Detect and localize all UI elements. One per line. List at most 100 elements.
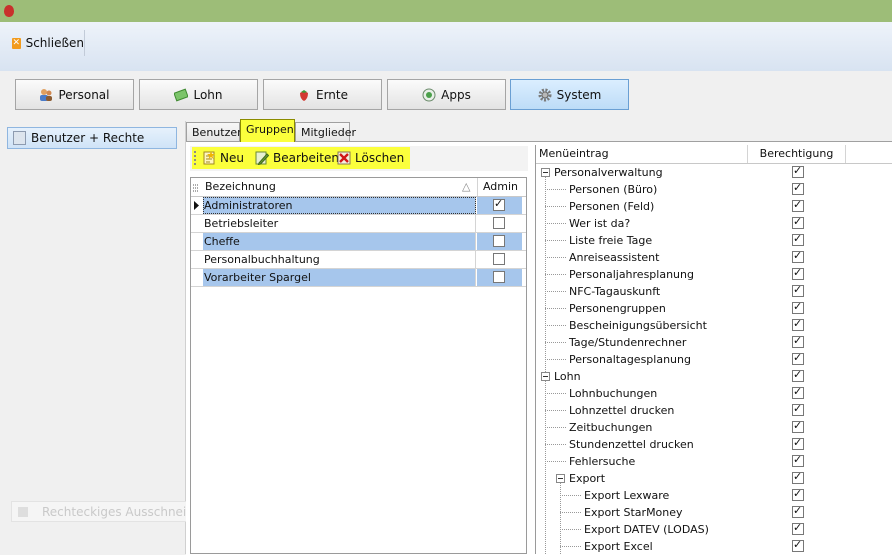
group-name-cell[interactable]: Personalbuchhaltung xyxy=(203,251,476,268)
close-label: Schließen xyxy=(25,36,84,50)
tree-item[interactable]: Personengruppen xyxy=(536,300,892,317)
tree-item[interactable]: Liste freie Tage xyxy=(536,232,892,249)
group-name-cell[interactable]: Vorarbeiter Spargel xyxy=(203,269,476,286)
tree-connector xyxy=(545,444,566,445)
tab-mitglieder[interactable]: Mitglieder xyxy=(295,122,356,141)
table-row[interactable]: Cheffe xyxy=(191,233,526,251)
edit-button[interactable]: Bearbeiten xyxy=(255,149,339,167)
permission-checkbox[interactable] xyxy=(792,334,804,348)
permission-checkbox[interactable] xyxy=(792,232,804,246)
permission-checkbox[interactable] xyxy=(792,402,804,416)
admin-cell xyxy=(477,233,522,250)
group-name-cell[interactable]: Betriebsleiter xyxy=(203,215,476,232)
tree-item[interactable]: Wer ist da? xyxy=(536,215,892,232)
permission-checkbox[interactable] xyxy=(792,164,804,178)
sidebar: Benutzer + Rechte xyxy=(0,121,186,554)
permission-checkbox[interactable] xyxy=(792,487,804,501)
new-button[interactable]: Neu xyxy=(202,149,244,167)
permission-checkbox[interactable] xyxy=(792,453,804,467)
tree-item[interactable]: Bescheinigungsübersicht xyxy=(536,317,892,334)
tree-item[interactable]: Personalverwaltung xyxy=(536,164,892,181)
delete-button[interactable]: Löschen xyxy=(337,149,404,167)
module-label: Lohn xyxy=(193,87,223,102)
column-header-bezeichnung[interactable]: Bezeichnung xyxy=(205,178,276,196)
tree-item-label: Personalverwaltung xyxy=(554,166,663,179)
group-name-cell[interactable]: Cheffe xyxy=(203,233,476,250)
permission-checkbox[interactable] xyxy=(792,470,804,484)
module-system-button[interactable]: System xyxy=(510,79,629,110)
tree-connector xyxy=(545,257,566,258)
table-row[interactable]: Administratoren xyxy=(191,197,526,215)
tree-item[interactable]: Lohnzettel drucken xyxy=(536,402,892,419)
column-header-menueintrag[interactable]: Menüeintrag xyxy=(539,145,746,163)
permission-checkbox[interactable] xyxy=(792,436,804,450)
permission-checkbox[interactable] xyxy=(792,181,804,195)
permission-checkbox[interactable] xyxy=(792,317,804,331)
tab-gruppen[interactable]: Gruppen xyxy=(240,119,295,142)
admin-checkbox[interactable] xyxy=(493,271,505,283)
module-personal-button[interactable]: Personal xyxy=(15,79,134,110)
permission-checkbox[interactable] xyxy=(792,538,804,552)
tree-item[interactable]: Export StarMoney xyxy=(536,504,892,521)
table-row[interactable]: Vorarbeiter Spargel xyxy=(191,269,526,287)
grid-header: Bezeichnung △ Admin xyxy=(191,178,526,197)
module-lohn-button[interactable]: Lohn xyxy=(139,79,258,110)
module-ernte-button[interactable]: Ernte xyxy=(263,79,382,110)
tree-item[interactable]: Stundenzettel drucken xyxy=(536,436,892,453)
permission-checkbox[interactable] xyxy=(792,385,804,399)
permission-checkbox[interactable] xyxy=(792,300,804,314)
column-header-berechtigung[interactable]: Berechtigung xyxy=(747,145,846,163)
tree-connector xyxy=(545,427,566,428)
admin-checkbox[interactable] xyxy=(493,235,505,247)
tree-item[interactable]: Personaljahresplanung xyxy=(536,266,892,283)
tree-item[interactable]: Tage/Stundenrechner xyxy=(536,334,892,351)
tree-item[interactable]: NFC-Tagauskunft xyxy=(536,283,892,300)
column-chooser-icon[interactable] xyxy=(193,182,199,192)
module-apps-button[interactable]: Apps xyxy=(387,79,506,110)
close-button[interactable]: ✕ Schließen xyxy=(8,30,85,56)
tree-item[interactable]: Personen (Feld) xyxy=(536,198,892,215)
permission-checkbox[interactable] xyxy=(792,521,804,535)
tree-item[interactable]: Lohnbuchungen xyxy=(536,385,892,402)
permission-checkbox[interactable] xyxy=(792,249,804,263)
admin-checkbox[interactable] xyxy=(493,253,505,265)
tree-connector xyxy=(560,512,581,513)
permission-checkbox[interactable] xyxy=(792,419,804,433)
tree-item[interactable]: Export xyxy=(536,470,892,487)
tree-item-label: Export DATEV (LODAS) xyxy=(584,523,709,536)
collapse-icon[interactable] xyxy=(541,372,550,381)
tree-item[interactable]: Export DATEV (LODAS) xyxy=(536,521,892,538)
tree-item[interactable]: Personaltagesplanung xyxy=(536,351,892,368)
toolbar-grip[interactable] xyxy=(194,151,198,165)
table-row[interactable]: Betriebsleiter xyxy=(191,215,526,233)
tree-item-label: Bescheinigungsübersicht xyxy=(569,319,707,332)
sidebar-item-benutzer-rechte[interactable]: Benutzer + Rechte xyxy=(7,127,177,149)
admin-checkbox[interactable] xyxy=(493,217,505,229)
group-name-cell[interactable]: Administratoren xyxy=(203,197,476,214)
tree-item-label: Stundenzettel drucken xyxy=(569,438,694,451)
column-header-admin[interactable]: Admin xyxy=(477,178,523,196)
permission-checkbox[interactable] xyxy=(792,351,804,365)
tree-item[interactable]: Personen (Büro) xyxy=(536,181,892,198)
collapse-icon[interactable] xyxy=(556,474,565,483)
permission-checkbox[interactable] xyxy=(792,266,804,280)
delete-icon xyxy=(337,151,351,165)
tree-item[interactable]: Zeitbuchungen xyxy=(536,419,892,436)
permission-checkbox[interactable] xyxy=(792,215,804,229)
tree-item-label: Liste freie Tage xyxy=(569,234,653,247)
collapse-icon[interactable] xyxy=(541,168,550,177)
tree-item[interactable]: Lohn xyxy=(536,368,892,385)
admin-checkbox[interactable] xyxy=(493,197,505,211)
tree-item[interactable]: Anreiseassistent xyxy=(536,249,892,266)
tree-connector xyxy=(545,177,546,372)
table-row[interactable]: Personalbuchhaltung xyxy=(191,251,526,269)
permission-checkbox[interactable] xyxy=(792,198,804,212)
permission-checkbox[interactable] xyxy=(792,368,804,382)
tree-item[interactable]: Export Lexware xyxy=(536,487,892,504)
admin-cell xyxy=(477,269,522,286)
tree-item[interactable]: Fehlersuche xyxy=(536,453,892,470)
tab-benutzer[interactable]: Benutzer xyxy=(186,122,242,141)
permission-checkbox[interactable] xyxy=(792,283,804,297)
tree-item[interactable]: Export Excel xyxy=(536,538,892,555)
permission-checkbox[interactable] xyxy=(792,504,804,518)
